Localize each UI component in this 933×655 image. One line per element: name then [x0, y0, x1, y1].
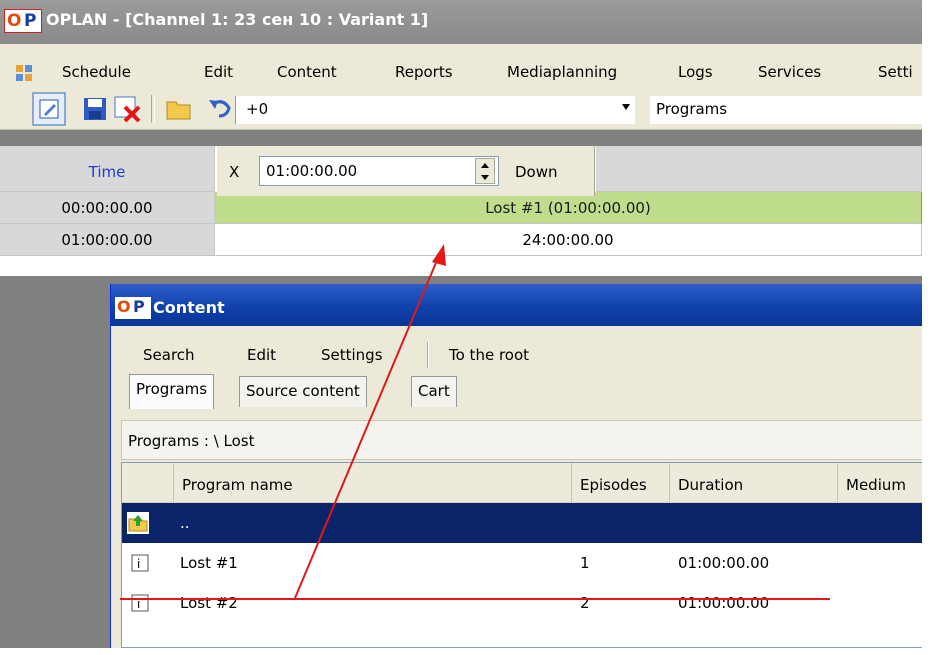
menu-content[interactable]: Content	[277, 63, 337, 81]
duration: 01:00:00.00	[678, 554, 770, 572]
chevron-down-icon[interactable]	[620, 101, 632, 113]
spin-up-icon[interactable]	[477, 160, 493, 171]
folder-up-icon	[127, 512, 149, 534]
program-name: Lost #1	[180, 554, 238, 572]
content-menu-root[interactable]: To the root	[449, 346, 529, 364]
menu-settings[interactable]: Setti	[878, 63, 913, 81]
program-info-icon: i	[131, 594, 149, 612]
content-window: OP Content Search Edit Settings To the r…	[110, 284, 922, 648]
program-column-header[interactable]	[596, 146, 922, 192]
menu-schedule[interactable]: Schedule	[62, 63, 131, 81]
content-title-bar: OP Content	[111, 284, 922, 326]
row-time[interactable]: 01:00:00.00	[0, 224, 215, 256]
program-list: Program name Episodes Duration Medium ..…	[121, 462, 922, 648]
window-title: OPLAN - [Channel 1: 23 сен 10 : Variant …	[46, 10, 429, 29]
duration-column-header[interactable]: Duration	[670, 463, 838, 503]
programs-combo[interactable]: Programs	[650, 96, 922, 124]
content-logo: OP	[115, 297, 151, 319]
path-text: Programs : \ Lost	[128, 432, 255, 450]
row-program[interactable]: 24:00:00.00	[215, 224, 922, 256]
menu-edit[interactable]: Edit	[204, 63, 233, 81]
time-column-header[interactable]: Time	[0, 146, 215, 192]
open-folder-icon[interactable]	[162, 92, 196, 126]
duration-value: 01:00:00.00	[266, 162, 358, 180]
program-name-column-header[interactable]: Program name	[174, 463, 572, 503]
menu-services[interactable]: Services	[758, 63, 821, 81]
window-menu-icon[interactable]	[14, 63, 34, 83]
tab-source-content[interactable]: Source content	[239, 376, 367, 407]
list-item[interactable]: i Lost #1 1 01:00:00.00	[122, 543, 922, 583]
list-item[interactable]: i Lost #2 2 01:00:00.00	[122, 583, 922, 623]
episodes: 2	[580, 594, 590, 612]
app-logo: OP	[4, 9, 42, 33]
tab-programs[interactable]: Programs	[129, 374, 215, 409]
list-item-parent[interactable]: ..	[122, 503, 922, 543]
episodes-column-header[interactable]: Episodes	[572, 463, 670, 503]
save-icon[interactable]	[78, 92, 112, 126]
duration: 01:00:00.00	[678, 594, 770, 612]
content-menu-separator	[427, 342, 429, 368]
tab-cart[interactable]: Cart	[411, 376, 457, 407]
medium-column-header[interactable]: Medium	[838, 463, 922, 503]
menu-mediaplanning[interactable]: Mediaplanning	[507, 63, 617, 81]
content-menu-settings[interactable]: Settings	[321, 346, 383, 364]
menu-logs[interactable]: Logs	[678, 63, 713, 81]
spin-down-icon[interactable]	[477, 172, 493, 183]
path-bar: Programs : \ Lost	[121, 420, 922, 460]
duration-editor: X 01:00:00.00 Down	[217, 146, 595, 196]
title-bar: OP OPLAN - [Channel 1: 23 сен 10 : Varia…	[0, 0, 922, 44]
icon-column-header[interactable]	[122, 463, 174, 503]
content-menu-edit[interactable]: Edit	[247, 346, 276, 364]
program-name: Lost #2	[180, 594, 238, 612]
toolbar: +0 Programs	[0, 84, 922, 130]
programs-value: Programs	[656, 100, 728, 118]
episodes: 1	[580, 554, 590, 572]
menu-reports[interactable]: Reports	[395, 63, 453, 81]
editor-x-label: X	[229, 163, 240, 181]
content-menu-search[interactable]: Search	[143, 346, 195, 364]
annotation-underline	[120, 598, 830, 600]
program-info-icon: i	[131, 554, 149, 572]
direction-label[interactable]: Down	[515, 163, 558, 181]
duration-input[interactable]: 01:00:00.00	[259, 156, 499, 186]
menu-bar: Schedule Edit Content Reports Mediaplann…	[0, 44, 922, 84]
svg-text:i: i	[137, 557, 140, 571]
row-time[interactable]: 00:00:00.00	[0, 192, 215, 224]
toolbar-separator	[151, 95, 155, 123]
edit-icon[interactable]	[32, 92, 66, 126]
row-program-selected[interactable]: Lost #1 (01:00:00.00)	[215, 192, 922, 224]
parent-label: ..	[180, 514, 190, 532]
duration-spinner[interactable]	[475, 158, 495, 184]
main-window: OP OPLAN - [Channel 1: 23 сен 10 : Varia…	[0, 0, 922, 648]
offset-combo[interactable]: +0	[235, 96, 635, 124]
content-title: Content	[153, 298, 225, 317]
offset-value: +0	[246, 100, 269, 118]
undo-icon[interactable]	[203, 92, 237, 126]
delete-icon[interactable]	[110, 92, 144, 126]
